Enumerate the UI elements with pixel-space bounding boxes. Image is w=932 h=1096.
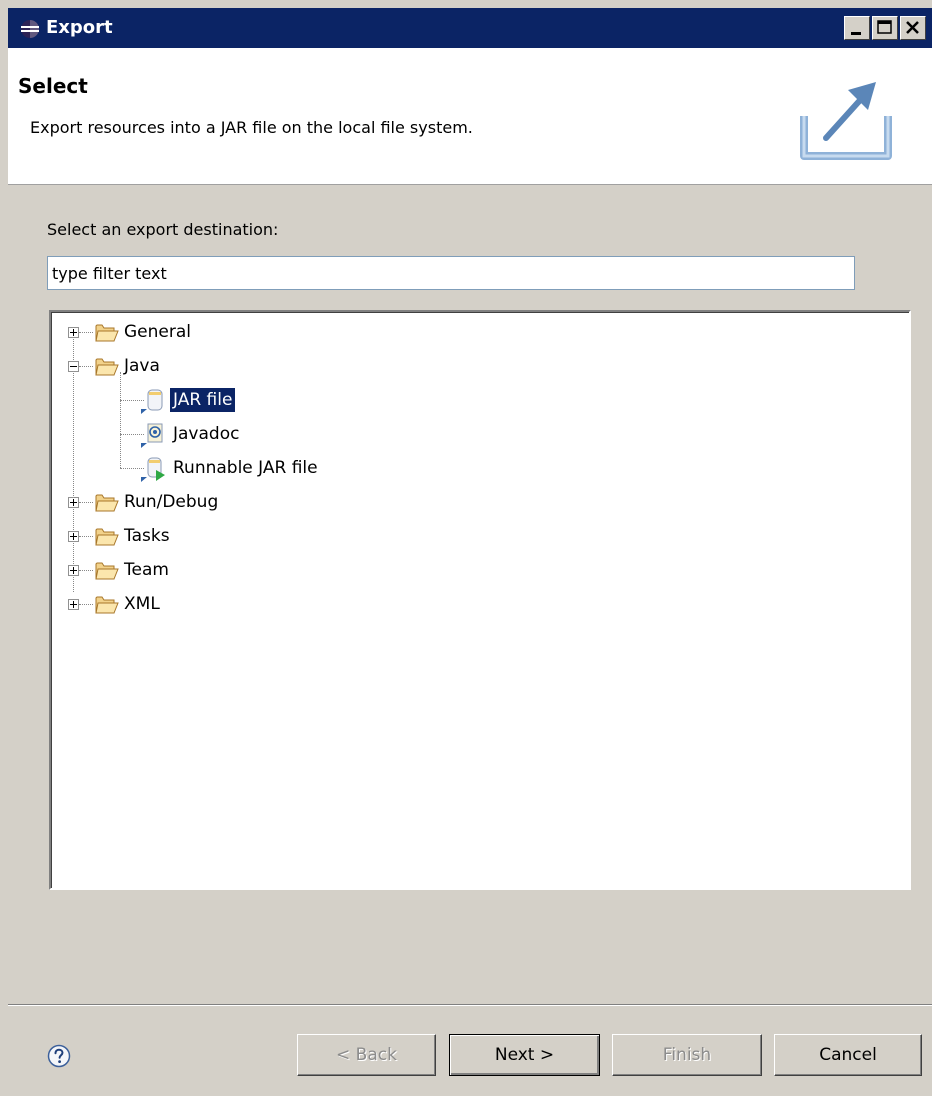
- filter-input[interactable]: [47, 256, 855, 290]
- tree-item-general[interactable]: General: [124, 320, 191, 344]
- back-button[interactable]: < Back: [297, 1034, 436, 1076]
- folder-icon: [95, 562, 119, 580]
- tree-connector: [79, 332, 93, 333]
- maximize-icon: [877, 20, 892, 34]
- window-title: Export: [46, 17, 113, 38]
- destination-label: Select an export destination:: [47, 220, 279, 239]
- tree-item-team[interactable]: Team: [124, 558, 169, 582]
- expand-toggle-general[interactable]: [68, 327, 79, 338]
- page-title: Select: [18, 74, 88, 98]
- next-button[interactable]: Next >: [449, 1034, 600, 1076]
- tree-connector: [79, 366, 93, 367]
- folder-icon: [95, 358, 119, 376]
- tree-connector: [79, 502, 93, 503]
- tree-item-run-debug[interactable]: Run/Debug: [124, 490, 218, 514]
- eclipse-icon: [21, 20, 39, 38]
- maximize-button[interactable]: [872, 16, 898, 40]
- javadoc-icon: [141, 423, 163, 448]
- jar-icon: [141, 389, 163, 414]
- minimize-icon: [851, 32, 861, 35]
- finish-button[interactable]: Finish: [612, 1034, 762, 1076]
- tree-connector: [79, 604, 93, 605]
- tree-item-jar-file[interactable]: JAR file: [170, 388, 236, 412]
- tree-connector: [79, 570, 93, 571]
- tree-connector: [79, 536, 93, 537]
- expand-toggle-xml[interactable]: [68, 599, 79, 610]
- expand-toggle-team[interactable]: [68, 565, 79, 576]
- folder-icon: [95, 528, 119, 546]
- button-bar-separator: [8, 1004, 932, 1006]
- export-icon: [800, 82, 892, 160]
- tree-connector: [120, 372, 121, 468]
- tree-item-xml[interactable]: XML: [124, 592, 160, 616]
- export-tree[interactable]: General Java JAR file Javadoc Runnable J…: [49, 310, 911, 890]
- folder-icon: [95, 324, 119, 342]
- page-description: Export resources into a JAR file on the …: [30, 118, 473, 137]
- close-button[interactable]: [900, 16, 926, 40]
- help-icon[interactable]: [47, 1044, 71, 1068]
- tree-item-java[interactable]: Java: [124, 354, 160, 378]
- wizard-header: Select Export resources into a JAR file …: [8, 48, 932, 185]
- close-icon: [906, 21, 919, 34]
- tree-item-javadoc[interactable]: Javadoc: [173, 422, 239, 446]
- folder-icon: [95, 494, 119, 512]
- minimize-button[interactable]: [844, 16, 870, 40]
- tree-item-runnable-jar-file[interactable]: Runnable JAR file: [173, 456, 318, 480]
- export-dialog: Export Select Export resources into a JA…: [0, 0, 932, 1096]
- runnable-jar-icon: [141, 457, 165, 482]
- collapse-toggle-java[interactable]: [68, 361, 79, 372]
- tree-connector: [73, 334, 74, 592]
- expand-toggle-run-debug[interactable]: [68, 497, 79, 508]
- expand-toggle-tasks[interactable]: [68, 531, 79, 542]
- title-bar[interactable]: Export: [8, 8, 932, 48]
- folder-icon: [95, 596, 119, 614]
- cancel-button[interactable]: Cancel: [774, 1034, 922, 1076]
- tree-item-tasks[interactable]: Tasks: [124, 524, 170, 548]
